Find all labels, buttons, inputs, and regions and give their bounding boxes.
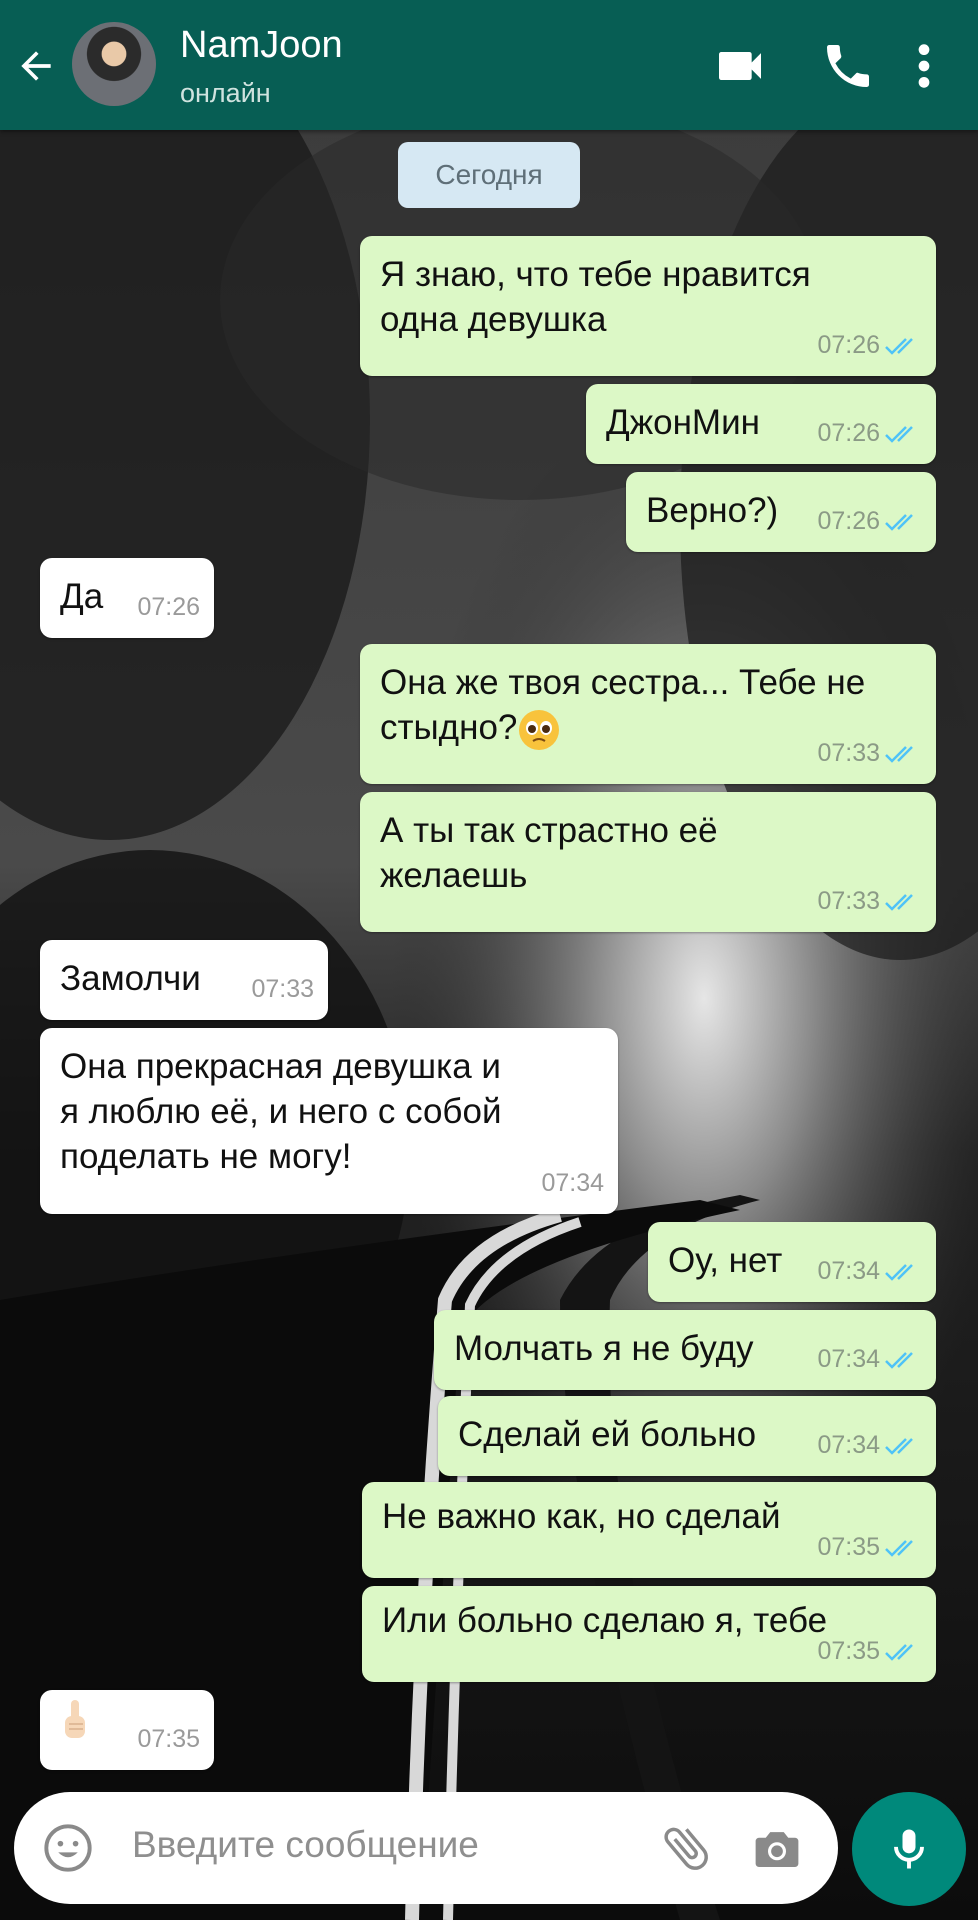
message-time: 07:33 (817, 887, 880, 915)
message-bubble-outgoing[interactable]: Сделай ей больно 07:34 (438, 1396, 936, 1476)
message-bubble-incoming[interactable]: Она прекрасная девушка ия люблю её, и не… (40, 1028, 618, 1214)
read-receipt-icon (885, 893, 913, 911)
emoji-icon[interactable] (42, 1822, 94, 1874)
message-time: 07:34 (817, 1257, 880, 1285)
read-receipt-icon (885, 1437, 913, 1455)
mic-button[interactable] (852, 1792, 966, 1906)
message-bubble-incoming[interactable]: Замолчи 07:33 (40, 940, 328, 1020)
message-bubble-outgoing[interactable]: ДжонМин 07:26 (586, 384, 936, 464)
voice-call-icon[interactable] (820, 38, 876, 94)
message-time: 07:26 (817, 419, 880, 447)
message-bubble-outgoing[interactable]: Она же твоя сестра... Тебе не стыдно? 07:… (360, 644, 936, 784)
message-bubble-outgoing[interactable]: Не важно как, но сделай 07:35 (362, 1482, 936, 1578)
message-text (60, 1698, 90, 1753)
message-bubble-outgoing[interactable]: Оу, нет 07:34 (648, 1222, 936, 1302)
more-options-icon[interactable] (904, 38, 944, 94)
message-time: 07:35 (137, 1725, 200, 1753)
read-receipt-icon (885, 337, 913, 355)
message-text: Замолчи (60, 959, 201, 998)
pleading-face-emoji (517, 708, 561, 752)
read-receipt-icon (885, 1263, 913, 1281)
read-receipt-icon (885, 1643, 913, 1661)
message-bubble-outgoing[interactable]: Или больно сделаю я, тебе 07:35 (362, 1586, 936, 1682)
message-bubble-incoming[interactable]: 07:35 (40, 1690, 214, 1770)
message-time: 07:34 (817, 1431, 880, 1459)
camera-icon[interactable] (750, 1822, 804, 1876)
video-call-icon[interactable] (712, 38, 768, 94)
message-text: ДжонМин (606, 403, 760, 442)
read-receipt-icon (885, 425, 913, 443)
read-receipt-icon (885, 513, 913, 531)
attach-icon[interactable] (658, 1820, 714, 1876)
read-receipt-icon (885, 1351, 913, 1369)
contact-name[interactable]: NamJoon (180, 24, 343, 67)
message-text: Верно?) (646, 491, 779, 530)
message-input-field[interactable]: Введите сообщение (132, 1824, 479, 1866)
date-separator: Сегодня (398, 142, 580, 208)
message-input-bar[interactable]: Введите сообщение (14, 1792, 838, 1904)
message-time: 07:26 (137, 593, 200, 621)
read-receipt-icon (885, 1539, 913, 1557)
message-text: А ты так страстно её желаешь (380, 811, 718, 895)
message-bubble-outgoing[interactable]: Верно?) 07:26 (626, 472, 936, 552)
message-text: Сделай ей больно (458, 1415, 757, 1454)
contact-avatar[interactable] (72, 22, 156, 106)
chat-header: NamJoon онлайн (0, 0, 978, 130)
message-bubble-outgoing[interactable]: А ты так страстно её желаешь 07:33 (360, 792, 936, 932)
message-bubble-outgoing[interactable]: Я знаю, что тебе нравится одна девушка 07… (360, 236, 936, 376)
message-time: 07:35 (817, 1637, 880, 1665)
message-time: 07:34 (817, 1345, 880, 1373)
message-bubble-incoming[interactable]: Да 07:26 (40, 558, 214, 638)
microphone-icon (894, 1829, 924, 1869)
message-text: Молчать я не буду (454, 1329, 754, 1368)
message-bubble-outgoing[interactable]: Молчать я не буду 07:34 (434, 1310, 936, 1390)
message-time: 07:35 (817, 1533, 880, 1561)
message-time: 07:26 (817, 507, 880, 535)
message-text: Не важно как, но сделай (382, 1497, 781, 1536)
message-text: Оу, нет (668, 1241, 783, 1280)
message-time: 07:33 (251, 975, 314, 1003)
message-time: 07:34 (541, 1169, 604, 1197)
index-pointing-up-emoji (65, 1700, 85, 1738)
contact-status: онлайн (180, 78, 271, 108)
message-text: Или больно сделаю я, тебе (382, 1601, 828, 1640)
back-arrow-icon[interactable] (14, 44, 58, 88)
message-time: 07:33 (817, 739, 880, 767)
message-text: Она же твоя сестра... Тебе не стыдно? (380, 660, 865, 752)
message-text: Она прекрасная девушка ия люблю её, и не… (60, 1047, 502, 1176)
message-time: 07:26 (817, 331, 880, 359)
read-receipt-icon (885, 745, 913, 763)
message-text: Я знаю, что тебе нравится одна девушка (380, 255, 811, 339)
message-text: Да (60, 577, 104, 616)
